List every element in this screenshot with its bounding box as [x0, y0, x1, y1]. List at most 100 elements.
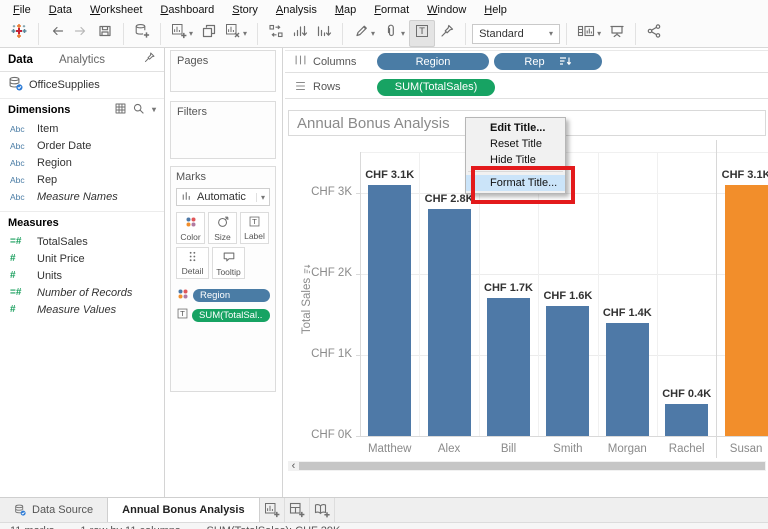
mark-type-dropdown[interactable]: Automatic ▾	[176, 188, 270, 206]
filters-shelf[interactable]: Filters	[170, 101, 276, 159]
fit-button[interactable]: ▾	[573, 21, 605, 46]
pill-rep[interactable]: Rep	[494, 53, 602, 70]
pin-icon[interactable]	[143, 51, 156, 69]
svg-text:T: T	[252, 217, 257, 226]
tab-analytics[interactable]: Analytics	[59, 54, 105, 66]
field-item[interactable]: Abc Item	[0, 120, 164, 137]
menu-window[interactable]: Window	[418, 0, 475, 20]
field-measure-values[interactable]: # Measure Values	[0, 301, 164, 318]
tooltip-button[interactable]: Tooltip	[212, 247, 245, 279]
fix-axes-button[interactable]	[435, 21, 459, 46]
status-text: 11 marks	[10, 525, 54, 529]
field-unit-price[interactable]: # Unit Price	[0, 250, 164, 267]
pill-sum-totalsales-[interactable]: SUM(TotalSales)	[377, 78, 495, 96]
field-region[interactable]: Abc Region	[0, 154, 164, 171]
datasource-row[interactable]: OfficeSupplies	[0, 72, 164, 98]
grid-view-icon[interactable]	[114, 102, 127, 118]
tab-data-source[interactable]: Data Source	[0, 498, 107, 522]
scroll-left-icon[interactable]: ‹	[288, 461, 299, 472]
tab-data[interactable]: Data	[8, 54, 33, 66]
bar-morgan[interactable]	[605, 322, 649, 436]
forward-arrow-icon	[73, 23, 89, 44]
status-bar: 11 marks 1 row by 11 columns SUM(TotalSale…	[0, 522, 768, 529]
label-button[interactable]: T Label	[240, 212, 269, 244]
menu-file[interactable]: File	[4, 0, 40, 20]
columns-shelf[interactable]: Columns Region Rep	[285, 50, 768, 73]
bar-bill[interactable]	[487, 298, 530, 436]
x-tick-label[interactable]: Alex	[419, 443, 478, 455]
color-button[interactable]: Color	[176, 212, 205, 244]
highlight-icon	[353, 23, 369, 44]
bar-rachel[interactable]	[665, 403, 709, 436]
new-story-button[interactable]	[310, 498, 335, 522]
field-order-date[interactable]: Abc Order Date	[0, 137, 164, 154]
scrollbar-thumb[interactable]	[299, 462, 765, 470]
group-button[interactable]: ▾	[379, 21, 409, 46]
chevron-down-icon: ▾	[401, 29, 406, 38]
add-datasource-button[interactable]	[130, 21, 154, 46]
field-measure-names[interactable]: Abc Measure Names	[0, 188, 164, 205]
marks-pill[interactable]: SUM(TotalSal..	[192, 308, 270, 322]
menu-analysis[interactable]: Analysis	[267, 0, 326, 20]
save-button[interactable]	[93, 21, 117, 46]
field-number-of-records[interactable]: =# Number of Records	[0, 284, 164, 301]
x-tick-label[interactable]: Smith	[538, 443, 597, 455]
new-worksheet-button[interactable]: ▾	[167, 21, 197, 46]
menu-item-reset-title[interactable]: Reset Title	[466, 136, 565, 152]
bar-value-label: CHF 3.1K	[721, 168, 768, 181]
menu-data[interactable]: Data	[40, 0, 81, 20]
forward-arrow-button[interactable]	[69, 21, 93, 46]
menu-dashboard[interactable]: Dashboard	[151, 0, 223, 20]
number-measure-icon: #	[10, 270, 15, 281]
show-mark-labels-button[interactable]: T	[409, 20, 436, 47]
view-size-dropdown[interactable]: Standard ▾	[472, 23, 561, 44]
clear-sheet-button[interactable]: ▾	[221, 21, 251, 46]
presentation-button[interactable]	[605, 21, 629, 46]
x-tick-label[interactable]: Matthew	[360, 443, 419, 455]
size-button[interactable]: Size	[208, 212, 237, 244]
axis-sort-icon[interactable]	[303, 264, 312, 274]
bar-matthew[interactable]	[368, 184, 412, 436]
share-button[interactable]	[642, 21, 666, 46]
back-arrow-button[interactable]	[45, 21, 69, 46]
menu-help[interactable]: Help	[475, 0, 516, 20]
x-tick-label[interactable]: Rachel	[657, 443, 716, 455]
horizontal-scrollbar[interactable]: ‹	[288, 461, 766, 472]
rows-shelf[interactable]: Rows SUM(TotalSales)	[285, 76, 768, 99]
bar-susan[interactable]	[724, 184, 768, 436]
pill-region[interactable]: Region	[377, 53, 489, 70]
menu-format[interactable]: Format	[365, 0, 418, 20]
new-worksheet-button[interactable]	[260, 498, 285, 522]
sort-descending-button[interactable]	[312, 21, 336, 46]
menu-worksheet[interactable]: Worksheet	[81, 0, 151, 20]
x-tick-label[interactable]: Susan	[716, 443, 768, 455]
sort-ascending-button[interactable]	[288, 21, 312, 46]
marks-pill[interactable]: Region	[193, 289, 270, 302]
sort-ascending-icon	[292, 23, 308, 44]
tableau-logo-icon	[10, 22, 28, 45]
annotation-red-box	[471, 166, 575, 204]
duplicate-button[interactable]	[197, 21, 221, 46]
detail-button[interactable]: Detail	[176, 247, 209, 279]
new-dashboard-button[interactable]	[285, 498, 310, 522]
menu-item-edit-title[interactable]: Edit Title...	[466, 120, 565, 136]
x-tick-label[interactable]: Morgan	[598, 443, 657, 455]
bar-smith[interactable]	[546, 306, 590, 436]
tab-sheet[interactable]: Annual Bonus Analysis	[107, 498, 260, 522]
search-icon[interactable]	[132, 102, 145, 118]
pages-shelf[interactable]: Pages	[170, 50, 276, 92]
sort-descending-icon[interactable]	[559, 56, 572, 67]
field-totalsales[interactable]: =# TotalSales	[0, 233, 164, 250]
chevron-down-icon[interactable]: ▾	[152, 105, 156, 114]
chevron-down-icon: ▾	[255, 192, 265, 202]
swap-axes-button[interactable]	[264, 21, 288, 46]
menu-story[interactable]: Story	[223, 0, 267, 20]
x-tick-label[interactable]: Bill	[479, 443, 538, 455]
field-units[interactable]: # Units	[0, 267, 164, 284]
highlight-button[interactable]: ▾	[349, 21, 379, 46]
menu-map[interactable]: Map	[326, 0, 365, 20]
field-rep[interactable]: Abc Rep	[0, 171, 164, 188]
bar-alex[interactable]	[427, 209, 471, 436]
y-tick-mark	[356, 274, 360, 275]
bar-value-label: CHF 1.6K	[543, 290, 593, 303]
